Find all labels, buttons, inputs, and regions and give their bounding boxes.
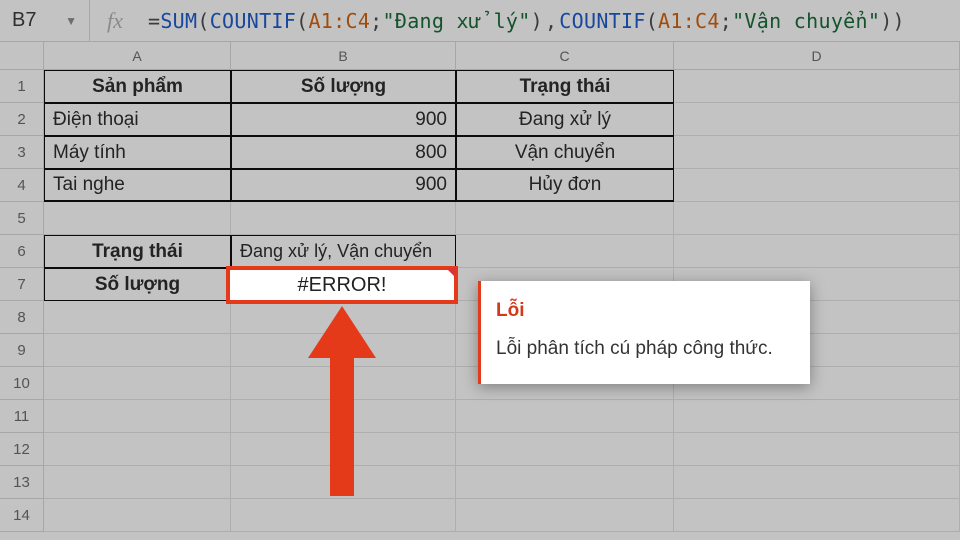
- cell-A5[interactable]: [44, 202, 231, 235]
- cell-B5[interactable]: [231, 202, 456, 235]
- row-header-7[interactable]: 7: [0, 268, 44, 301]
- row-header-12[interactable]: 12: [0, 433, 44, 466]
- cell-A9[interactable]: [44, 334, 231, 367]
- cell-A12[interactable]: [44, 433, 231, 466]
- cell-C11[interactable]: [456, 400, 674, 433]
- row-header-5[interactable]: 5: [0, 202, 44, 235]
- cell-C1[interactable]: Trạng thái: [456, 70, 674, 103]
- spreadsheet-app: B7 ▼ fx =SUM(COUNTIF(A1:C4;"Đang xử lý")…: [0, 0, 960, 540]
- row-header-9[interactable]: 9: [0, 334, 44, 367]
- tooltip-body: Lỗi phân tích cú pháp công thức.: [496, 335, 792, 363]
- cell-A7[interactable]: Số lượng: [44, 268, 231, 301]
- cell-A10[interactable]: [44, 367, 231, 400]
- cell-A11[interactable]: [44, 400, 231, 433]
- formula-cif2: COUNTIF: [559, 9, 645, 33]
- formula-input[interactable]: =SUM(COUNTIF(A1:C4;"Đang xử lý"),COUNTIF…: [140, 9, 960, 33]
- cell-C6[interactable]: [456, 235, 674, 268]
- formula-cursor: ,: [543, 9, 559, 33]
- name-box-value: B7: [12, 9, 36, 32]
- cell-D6[interactable]: [674, 235, 960, 268]
- col-header-B[interactable]: B: [231, 42, 456, 69]
- formula-str1: "Đang xử lý": [383, 9, 531, 33]
- error-tooltip: Lỗi Lỗi phân tích cú pháp công thức.: [478, 281, 810, 384]
- cell-D5[interactable]: [674, 202, 960, 235]
- formula-open: (: [197, 9, 209, 33]
- select-all-corner[interactable]: [0, 42, 44, 69]
- error-cell-value: #ERROR!: [298, 274, 387, 297]
- cell-A8[interactable]: [44, 301, 231, 334]
- cell-D2[interactable]: [674, 103, 960, 136]
- cell-C3[interactable]: Vận chuyển: [456, 136, 674, 169]
- error-cell-highlight[interactable]: #ERROR!: [226, 266, 458, 304]
- cell-D14[interactable]: [674, 499, 960, 532]
- row-header-4[interactable]: 4: [0, 169, 44, 202]
- cell-C14[interactable]: [456, 499, 674, 532]
- row-header-6[interactable]: 6: [0, 235, 44, 268]
- formula-cif1: COUNTIF: [210, 9, 296, 33]
- cell-C12[interactable]: [456, 433, 674, 466]
- cell-D13[interactable]: [674, 466, 960, 499]
- tooltip-accent-bar: [478, 281, 481, 384]
- row-header-2[interactable]: 2: [0, 103, 44, 136]
- cell-A6[interactable]: Trạng thái: [44, 235, 231, 268]
- cell-B2[interactable]: 900: [231, 103, 456, 136]
- error-triangle-icon: [446, 268, 456, 278]
- cell-B6[interactable]: Đang xử lý, Vận chuyển: [231, 235, 456, 268]
- formula-ref1: A1:C4: [308, 9, 370, 33]
- cell-D12[interactable]: [674, 433, 960, 466]
- cell-D3[interactable]: [674, 136, 960, 169]
- cell-C13[interactable]: [456, 466, 674, 499]
- cell-A3[interactable]: Máy tính: [44, 136, 231, 169]
- arrow-annotation: [308, 306, 376, 496]
- cell-B3[interactable]: 800: [231, 136, 456, 169]
- cell-B1[interactable]: Số lượng: [231, 70, 456, 103]
- cell-C2[interactable]: Đang xử lý: [456, 103, 674, 136]
- chevron-down-icon[interactable]: ▼: [65, 14, 77, 28]
- cell-D1[interactable]: [674, 70, 960, 103]
- cell-A14[interactable]: [44, 499, 231, 532]
- formula-close: ): [893, 9, 905, 33]
- cell-C4[interactable]: Hủy đơn: [456, 169, 674, 202]
- row-header-11[interactable]: 11: [0, 400, 44, 433]
- row-header-14[interactable]: 14: [0, 499, 44, 532]
- row-header-13[interactable]: 13: [0, 466, 44, 499]
- formula-sum: SUM: [160, 9, 197, 33]
- name-box[interactable]: B7 ▼: [0, 0, 90, 41]
- cell-A13[interactable]: [44, 466, 231, 499]
- col-header-A[interactable]: A: [44, 42, 231, 69]
- formula-eq: =: [148, 9, 160, 33]
- cell-C5[interactable]: [456, 202, 674, 235]
- formula-ref2: A1:C4: [658, 9, 720, 33]
- row-header-8[interactable]: 8: [0, 301, 44, 334]
- row-header-1[interactable]: 1: [0, 70, 44, 103]
- cell-A2[interactable]: Điện thoại: [44, 103, 231, 136]
- col-header-C[interactable]: C: [456, 42, 674, 69]
- fx-icon[interactable]: fx: [90, 8, 140, 34]
- column-headers: A B C D: [0, 42, 960, 70]
- formula-bar: B7 ▼ fx =SUM(COUNTIF(A1:C4;"Đang xử lý")…: [0, 0, 960, 42]
- row-header-3[interactable]: 3: [0, 136, 44, 169]
- formula-str2: "Vận chuyển": [732, 9, 880, 33]
- cell-B4[interactable]: 900: [231, 169, 456, 202]
- cell-D11[interactable]: [674, 400, 960, 433]
- tooltip-title: Lỗi: [496, 297, 792, 325]
- col-header-D[interactable]: D: [674, 42, 960, 69]
- cell-A1[interactable]: Sản phẩm: [44, 70, 231, 103]
- cell-D4[interactable]: [674, 169, 960, 202]
- cell-B14[interactable]: [231, 499, 456, 532]
- cell-A4[interactable]: Tai nghe: [44, 169, 231, 202]
- row-header-10[interactable]: 10: [0, 367, 44, 400]
